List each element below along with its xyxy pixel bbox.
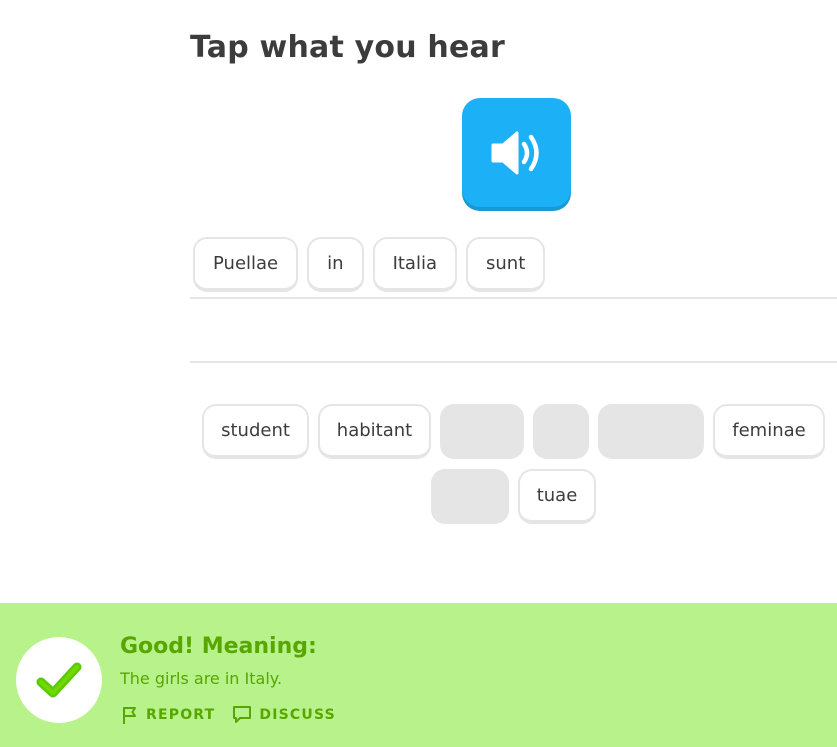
discuss-button[interactable]: DISCUSS (231, 705, 336, 725)
word-tile[interactable]: student (202, 404, 309, 459)
report-button[interactable]: REPORT (120, 705, 215, 725)
play-audio-button[interactable] (462, 98, 571, 207)
word-tile-placeholder (431, 469, 509, 524)
answer-tile[interactable]: sunt (466, 237, 546, 292)
flag-icon (123, 707, 136, 724)
answer-line-2 (190, 361, 837, 363)
answer-tile[interactable]: Puellae (193, 237, 299, 292)
answer-tile[interactable]: in (307, 237, 364, 292)
report-label: REPORT (146, 707, 216, 723)
feedback-title: Good! Meaning: (120, 634, 317, 659)
answer-line-1 (190, 297, 837, 299)
feedback-meaning: The girls are in Italy. (120, 669, 283, 688)
comment-icon (233, 706, 252, 723)
word-tile[interactable]: tuae (518, 469, 596, 524)
word-tile-placeholder (533, 404, 589, 459)
word-tile-placeholder (440, 404, 524, 459)
speaker-icon (491, 131, 539, 174)
feedback-banner: Good! Meaning: The girls are in Italy. R… (0, 603, 837, 747)
page-title: Tap what you hear (190, 30, 505, 65)
checkmark-icon (36, 662, 82, 698)
word-tile[interactable]: habitant (318, 404, 431, 459)
word-tile[interactable]: feminae (713, 404, 825, 459)
word-bank: student habitant feminae tuae (190, 404, 837, 534)
discuss-label: DISCUSS (259, 707, 336, 723)
word-tile-placeholder (598, 404, 704, 459)
answer-area: Puellae in Italia sunt (190, 237, 837, 297)
feedback-actions: REPORT DISCUSS (120, 705, 336, 725)
correct-badge (16, 637, 102, 723)
answer-tile[interactable]: Italia (372, 237, 457, 292)
